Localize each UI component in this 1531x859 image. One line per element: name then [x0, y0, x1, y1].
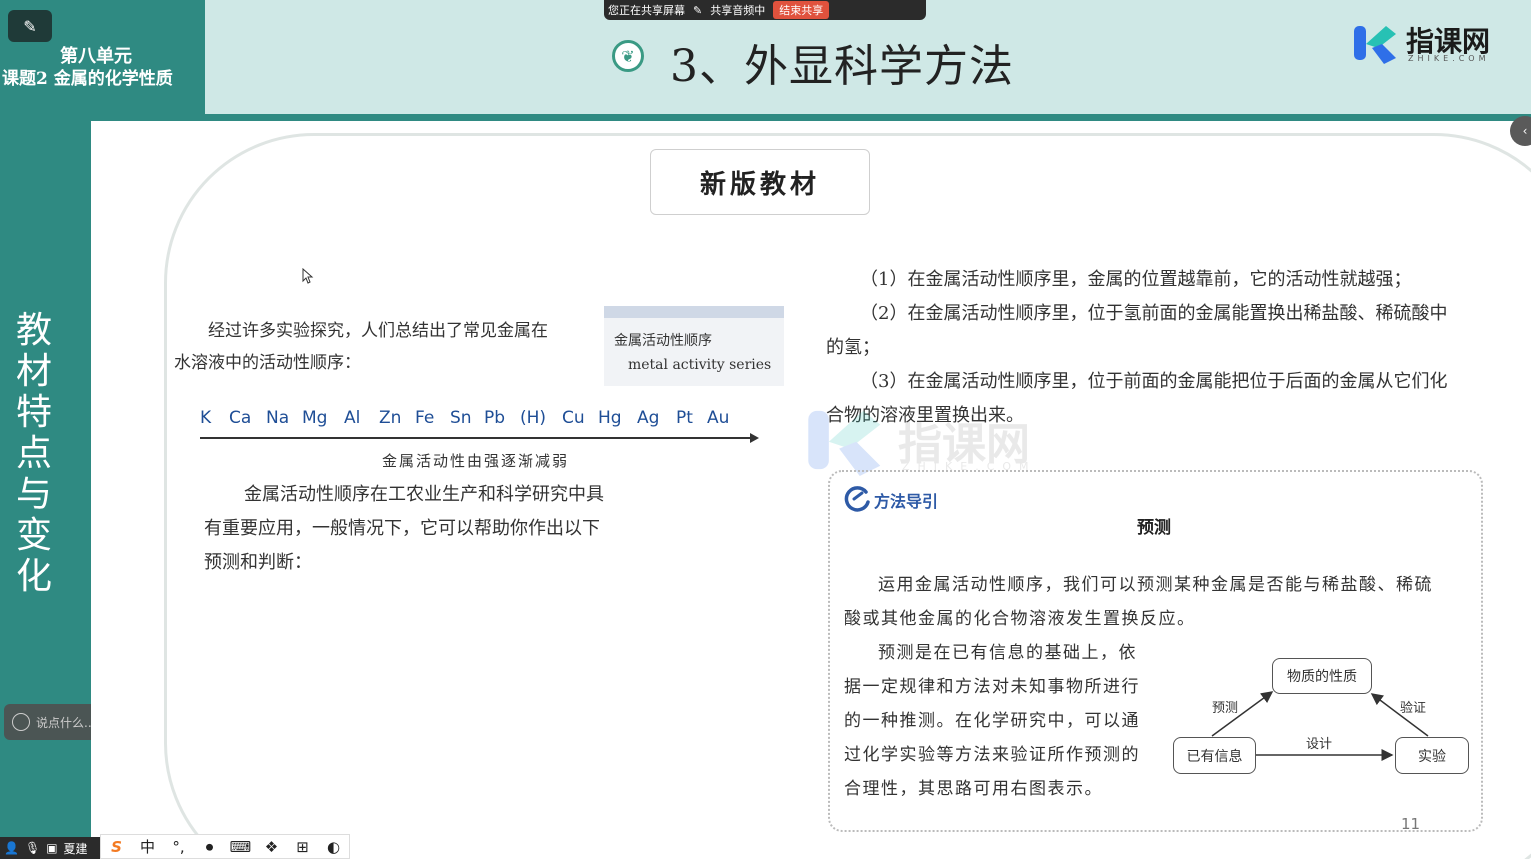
brand-logo-icon: [1354, 26, 1396, 64]
diagram-node-info: 已有信息: [1173, 737, 1256, 774]
diagram-edge-design: 设计: [1306, 737, 1333, 752]
rule-2: （2）在金属活动性顺序里，位于氢前面的金属能置换出稀盐酸、稀硫酸中: [860, 303, 1448, 324]
method-line-6: 过化学实验等方法来验证所作预测的: [844, 745, 1140, 765]
method-line-5: 的一种推测。在化学研究中，可以通: [844, 711, 1140, 731]
method-line-3: 预测是在已有信息的基础上，依: [878, 643, 1137, 663]
sharing-audio-status[interactable]: 共享音频中: [710, 2, 765, 18]
diagram-edge-predict: 预测: [1212, 701, 1239, 716]
ime-toolbar: S 中 °, ⏺ ⌨ ❖ ⊞ ◐: [100, 834, 350, 859]
assistant-icon[interactable]: ◐: [318, 838, 349, 856]
method-guide-title: 方法导引: [874, 492, 939, 511]
diagram-edge-verify: 验证: [1400, 701, 1427, 716]
watermark: 指课网 ZHIKE.COM: [806, 404, 1030, 480]
element-symbol: Fe: [415, 408, 435, 428]
element-symbol: Ag: [637, 408, 660, 428]
element-symbol: Pt: [676, 408, 693, 428]
user-name: 夏建: [63, 841, 88, 856]
element-symbol: Hg: [598, 408, 622, 428]
lesson-title: 课题2 金属的化学性质: [2, 69, 173, 89]
method-line-2: 酸或其他金属的化合物溶液发生置换反应。: [844, 609, 1196, 629]
element-symbol: Pb: [484, 408, 506, 428]
skin-icon[interactable]: ❖: [256, 838, 287, 856]
series-arrow-head: [750, 433, 759, 443]
user-icon[interactable]: 👤: [4, 841, 19, 855]
meeting-taskbar: 👤 🎙 ▣ 夏建: [0, 837, 100, 859]
page-title: 3、外显科学方法: [670, 41, 1014, 92]
activity-series: K Ca Na Mg Al Zn Fe Sn Pb (H) Cu Hg Ag P…: [200, 408, 760, 432]
watermark-logo-icon: [808, 410, 881, 476]
brand-sub: ZHIKE.COM: [1408, 54, 1490, 63]
new-textbook-badge: 新版教材: [650, 149, 870, 215]
emoji-icon[interactable]: [12, 713, 30, 731]
element-symbol: (H): [520, 408, 547, 428]
element-symbol: Au: [707, 408, 730, 428]
ime-mode[interactable]: 中: [132, 836, 163, 857]
keyboard-icon[interactable]: ⌨: [225, 838, 256, 856]
toolbox-icon[interactable]: ⊞: [287, 838, 318, 856]
emblem-icon: ❦: [612, 40, 644, 72]
page-number: 11: [1401, 815, 1421, 833]
box-title-cn: 金属活动性顺序: [614, 333, 712, 349]
ime-logo-icon[interactable]: S: [101, 838, 132, 856]
mouse-cursor-icon: [302, 268, 314, 284]
screen-share-bar: 您正在共享屏幕 ✎ 共享音频中 结束共享: [604, 0, 926, 20]
mic-icon[interactable]: 🎙: [25, 841, 40, 855]
method-line-7: 合理性，其思路可用右图表示。: [844, 779, 1103, 799]
rule-1: （1）在金属活动性顺序里，金属的位置越靠前，它的活动性就越强；: [860, 269, 1412, 290]
chat-icon[interactable]: ▣: [46, 841, 57, 855]
diagram-node-property: 物质的性质: [1272, 658, 1372, 694]
series-arrow-line: [200, 437, 754, 439]
rule-3: （3）在金属活动性顺序里，位于前面的金属能把位于后面的金属从它们化: [860, 371, 1448, 392]
annotate-icon[interactable]: ✎: [693, 4, 702, 17]
element-symbol: Ca: [229, 408, 252, 428]
intro-line-2: 水溶液中的活动性顺序：: [174, 353, 361, 373]
method-line-4: 据一定规律和方法对未知事物所进行: [844, 677, 1140, 697]
element-symbol: K: [200, 408, 212, 428]
element-symbol: Sn: [450, 408, 472, 428]
method-guide-icon: [844, 486, 870, 512]
unit-box: ✎ 第八单元 课题2 金属的化学性质: [0, 0, 205, 117]
application-line-1: 金属活动性顺序在工农业生产和科学研究中具: [244, 484, 604, 505]
sharing-screen-status[interactable]: 您正在共享屏幕: [608, 2, 685, 18]
application-line-3: 预测和判断：: [204, 552, 312, 573]
voice-icon[interactable]: ⏺: [194, 838, 225, 856]
header-rule: [0, 114, 1531, 121]
intro-line-1: 经过许多实验探究，人们总结出了常见金属在: [208, 321, 548, 341]
chat-placeholder: 说点什么...: [36, 715, 96, 730]
series-caption: 金属活动性由强逐渐减弱: [382, 452, 570, 470]
diagram-node-experiment: 实验: [1395, 737, 1469, 774]
rule-2-cont: 的氢；: [826, 337, 880, 358]
element-symbol: Na: [266, 408, 290, 428]
punctuation-icon[interactable]: °,: [163, 838, 194, 856]
element-symbol: Cu: [562, 408, 585, 428]
vertical-heading: 教材特点与变化: [15, 310, 52, 597]
stop-sharing-button[interactable]: 结束共享: [773, 1, 830, 19]
method-guide-subtitle: 预测: [1137, 518, 1171, 538]
element-symbol: Mg: [302, 408, 328, 428]
element-symbol: Al: [344, 408, 361, 428]
application-line-2: 有重要应用，一般情况下，它可以帮助你作出以下: [204, 518, 600, 539]
method-line-1: 运用金属活动性顺序，我们可以预测某种金属是否能与稀盐酸、稀硫: [878, 575, 1433, 595]
element-symbol: Zn: [379, 408, 402, 428]
app-icon[interactable]: ✎: [8, 10, 52, 42]
box-title-en: metal activity series: [628, 357, 772, 373]
